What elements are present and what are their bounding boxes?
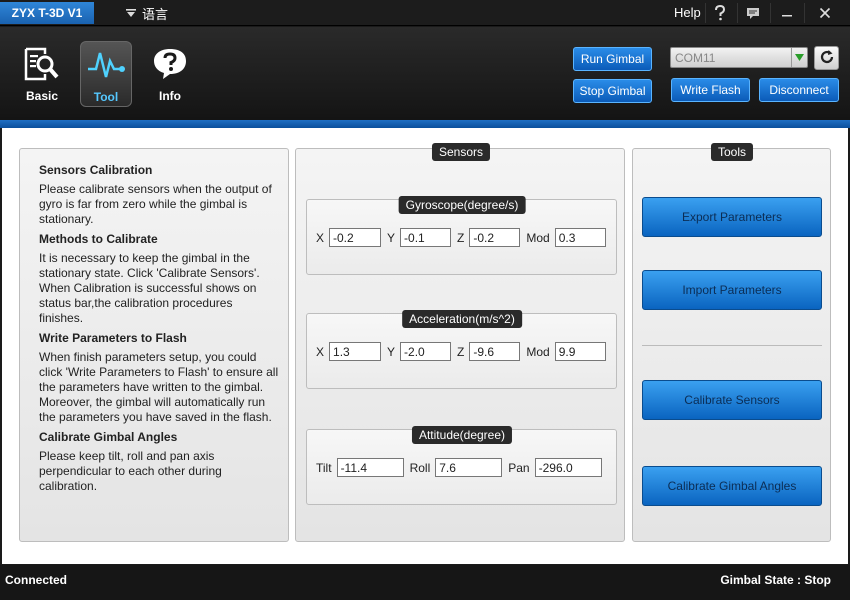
info-text: Sensors Calibration Please calibrate sen… [39,161,279,499]
minimize-icon[interactable] [772,3,802,23]
gyro-z-field[interactable] [469,228,521,247]
main-content: Sensors Calibration Please calibrate sen… [2,128,848,564]
gyroscope-group: Gyroscope(degree/s) X Y Z Mod [306,196,617,275]
calibrate-sensors-button[interactable]: Calibrate Sensors [642,380,822,420]
axis-label: Z [457,230,465,245]
nav-label: Basic [25,89,59,103]
magnifier-doc-icon [16,41,68,87]
accent-strip [0,120,850,128]
stop-gimbal-button[interactable]: Stop Gimbal [573,79,652,103]
nav-label: Info [159,89,181,103]
disconnect-button[interactable]: Disconnect [759,78,839,102]
close-icon[interactable] [810,3,840,23]
info-panel: Sensors Calibration Please calibrate sen… [19,148,289,542]
refresh-button[interactable] [814,46,839,70]
import-parameters-button[interactable]: Import Parameters [642,270,822,310]
section-heading: Write Parameters to Flash [39,331,187,345]
accel-z-field[interactable] [469,342,521,361]
accel-x-field[interactable] [329,342,382,361]
gyro-y-field[interactable] [400,228,452,247]
header: Basic Tool Info Run Gimbal Stop Gimbal C… [0,27,850,120]
language-label: 语言 [142,6,169,22]
question-bubble-icon [144,41,196,87]
gyro-x-field[interactable] [329,228,382,247]
separator [770,3,771,23]
tools-panel: Tools Export Parameters Import Parameter… [632,143,831,542]
pan-field[interactable] [534,458,602,477]
write-flash-button[interactable]: Write Flash [671,78,750,102]
feedback-icon[interactable] [738,3,768,23]
roll-field[interactable] [435,458,503,477]
accel-y-field[interactable] [400,342,452,361]
gimbal-state: Gimbal State : Stop [720,573,831,587]
app-title: ZYX T-3D V1 [0,2,94,24]
panel-caption: Sensors [431,143,491,161]
section-text: Please keep tilt, roll and pan axis perp… [39,449,222,493]
axis-label: Y [387,230,396,245]
axis-label: X [316,344,325,359]
axis-label: Roll [409,460,431,475]
divider [642,345,822,346]
axis-label: Mod [526,230,550,245]
question-icon[interactable] [705,3,735,23]
section-heading: Calibrate Gimbal Angles [39,430,178,444]
nav-item-tool[interactable]: Tool [80,41,132,107]
section-text: It is necessary to keep the gimbal in th… [39,251,260,325]
attitude-group: Attitude(degree) Tilt Roll Pan [306,426,617,505]
accel-mod-field[interactable] [554,342,606,361]
axis-label: Pan [508,460,530,475]
dropdown-arrow-icon [791,48,807,67]
group-caption: Attitude(degree) [411,426,513,444]
sensors-panel: Sensors Gyroscope(degree/s) X Y Z Mod Ac… [295,143,625,542]
section-text: Please calibrate sensors when the output… [39,182,272,226]
title-bar: ZYX T-3D V1 语言 Help [0,0,850,26]
group-caption: Acceleration(m/s^2) [402,310,522,328]
nav-label: Tool [93,90,119,104]
language-button[interactable]: 语言 [120,3,168,23]
axis-label: Tilt [316,460,332,475]
com-port-value: COM11 [675,51,716,65]
gyro-mod-field[interactable] [554,228,606,247]
export-parameters-button[interactable]: Export Parameters [642,197,822,237]
connection-status: Connected [5,573,68,587]
run-gimbal-button[interactable]: Run Gimbal [573,47,652,71]
axis-label: Z [457,344,465,359]
nav-item-basic[interactable]: Basic [16,41,68,107]
section-heading: Sensors Calibration [39,163,153,177]
axis-label: Mod [526,344,550,359]
refresh-icon [819,49,835,68]
calibrate-gimbal-angles-button[interactable]: Calibrate Gimbal Angles [642,466,822,506]
axis-label: Y [387,344,396,359]
section-text: When finish parameters setup, you could … [39,350,279,424]
separator [804,3,805,23]
panel-caption: Tools [710,143,754,161]
dropdown-arrow-icon [120,3,142,23]
acceleration-group: Acceleration(m/s^2) X Y Z Mod [306,310,617,389]
com-port-select[interactable]: COM11 [670,47,808,68]
axis-label: X [316,230,325,245]
help-label[interactable]: Help [674,5,701,20]
status-bar: Connected Gimbal State : Stop [0,565,850,600]
nav-item-info[interactable]: Info [144,41,196,107]
section-heading: Methods to Calibrate [39,232,158,246]
group-caption: Gyroscope(degree/s) [398,196,526,214]
waveform-icon [81,42,131,88]
tilt-field[interactable] [336,458,404,477]
